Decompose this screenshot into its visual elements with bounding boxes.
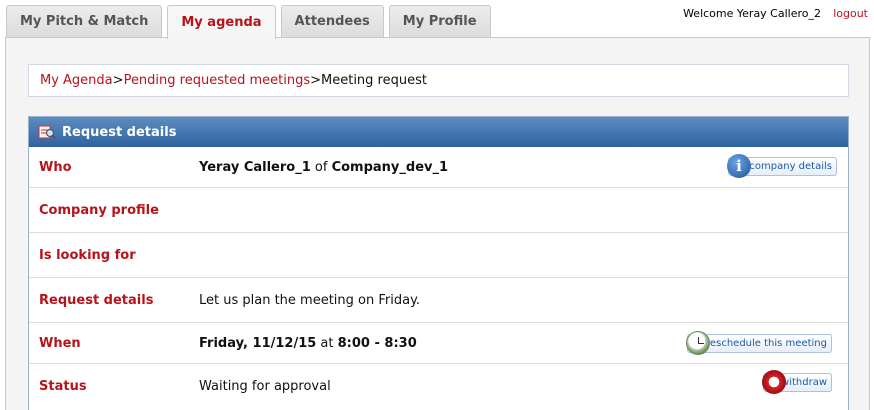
breadcrumb-my-agenda[interactable]: My Agenda xyxy=(40,73,113,88)
withdraw-label: withdraw xyxy=(781,377,827,388)
main-tabs: My Pitch & Match My agenda Attendees My … xyxy=(6,5,491,39)
when-label: When xyxy=(39,335,81,351)
request-details-value: Let us plan the meeting on Friday. xyxy=(199,292,421,308)
tab-my-agenda[interactable]: My agenda xyxy=(167,5,276,39)
who-value: Yeray Callero_1 of Company_dev_1 xyxy=(199,160,448,175)
logout-link[interactable]: logout xyxy=(833,7,868,20)
when-time: 8:00 - 8:30 xyxy=(337,335,417,351)
row-when: When Friday, 11/12/15 at 8:00 - 8:30 res… xyxy=(29,323,848,364)
when-value: Friday, 11/12/15 at 8:00 - 8:30 xyxy=(199,336,417,351)
info-icon: i xyxy=(727,154,751,178)
is-looking-for-label: Is looking for xyxy=(39,247,136,263)
company-details-label: company details xyxy=(749,161,832,172)
reschedule-meeting-label: reschedule this meeting xyxy=(706,338,827,349)
breadcrumb: My Agenda > Pending requested meetings > Me… xyxy=(28,64,849,97)
magnifier-document-icon xyxy=(38,124,56,140)
tab-attendees[interactable]: Attendees xyxy=(280,5,384,37)
breadcrumb-current: Meeting request xyxy=(321,73,427,88)
who-of: of xyxy=(310,159,332,175)
row-request-details: Request details Let us plan the meeting … xyxy=(29,278,848,323)
status-label: Status xyxy=(39,379,87,394)
breadcrumb-pending-requested-meetings[interactable]: Pending requested meetings xyxy=(124,73,311,88)
tab-my-pitch-match[interactable]: My Pitch & Match xyxy=(6,5,163,37)
who-company: Company_dev_1 xyxy=(331,159,449,175)
status-value: Waiting for approval xyxy=(199,379,331,394)
company-details-button[interactable]: i company details xyxy=(727,154,837,178)
request-details-header: Request details xyxy=(29,117,848,147)
request-details-title: Request details xyxy=(62,124,177,140)
breadcrumb-separator: > xyxy=(310,73,322,88)
row-is-looking-for: Is looking for xyxy=(29,233,848,278)
when-date: Friday, 11/12/15 xyxy=(199,335,317,351)
who-label: Who xyxy=(39,159,72,175)
clock-icon xyxy=(686,331,710,355)
row-status: Status Waiting for approval withdraw xyxy=(29,364,848,409)
reschedule-meeting-button[interactable]: reschedule this meeting xyxy=(686,331,832,355)
tab-my-profile[interactable]: My Profile xyxy=(388,5,491,37)
when-at: at xyxy=(316,335,338,351)
who-person: Yeray Callero_1 xyxy=(199,159,311,175)
row-who: Who Yeray Callero_1 of Company_dev_1 i c… xyxy=(29,147,848,188)
request-details-label: Request details xyxy=(39,292,154,308)
breadcrumb-separator: > xyxy=(112,73,124,88)
company-profile-label: Company profile xyxy=(39,202,159,218)
main-panel: My Agenda > Pending requested meetings > Me… xyxy=(5,37,870,410)
request-details-panel: Request details Who Yeray Callero_1 of C… xyxy=(28,116,849,410)
withdraw-button[interactable]: withdraw xyxy=(762,370,832,394)
row-company-profile: Company profile xyxy=(29,188,848,233)
welcome-text: Welcome Yeray Callero_2 xyxy=(683,7,821,20)
withdraw-icon xyxy=(762,370,786,394)
